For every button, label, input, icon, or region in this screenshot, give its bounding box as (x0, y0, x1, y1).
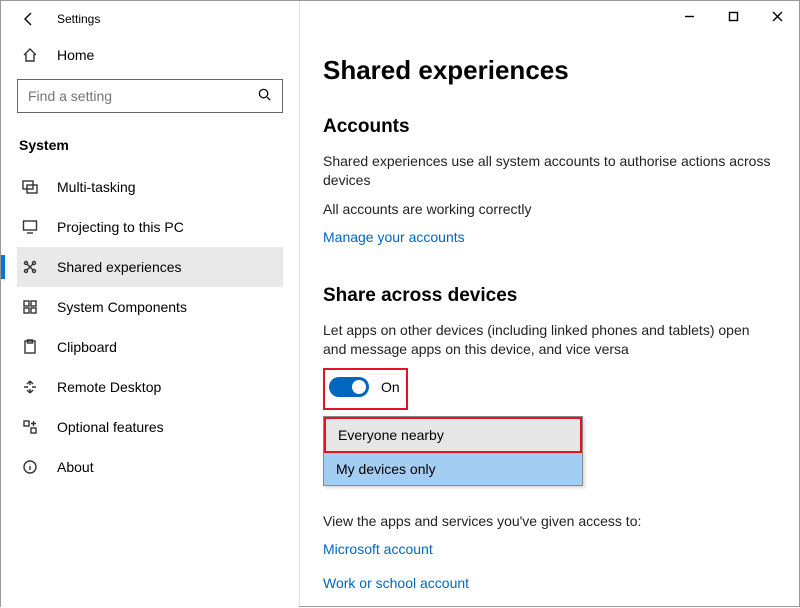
search-input[interactable] (28, 88, 257, 104)
view-access-label: View the apps and services you've given … (323, 512, 775, 531)
optional-features-icon (19, 419, 41, 435)
toggle-state-label: On (381, 379, 400, 395)
window-title: Settings (57, 12, 100, 26)
sidebar-item-projecting[interactable]: Projecting to this PC (17, 207, 283, 247)
sidebar-item-about[interactable]: About (17, 447, 283, 487)
sidebar-item-clipboard[interactable]: Clipboard (17, 327, 283, 367)
search-icon (257, 87, 272, 105)
projecting-icon (19, 219, 41, 235)
sidebar-section-heading: System (17, 131, 283, 167)
main-content: Shared experiences Accounts Shared exper… (299, 37, 799, 608)
work-school-account-link[interactable]: Work or school account (323, 575, 469, 591)
share-scope-dropdown[interactable]: Everyone nearby My devices only (323, 416, 583, 486)
share-description: Let apps on other devices (including lin… (323, 321, 775, 359)
search-box[interactable] (17, 79, 283, 113)
dropdown-option-everyone[interactable]: Everyone nearby (326, 419, 580, 451)
toggle-knob (352, 380, 366, 394)
sidebar-item-shared-experiences[interactable]: Shared experiences (17, 247, 283, 287)
sidebar-item-label: Projecting to this PC (57, 219, 184, 235)
shared-experiences-icon (19, 259, 41, 275)
manage-accounts-link[interactable]: Manage your accounts (323, 229, 465, 245)
accounts-heading: Accounts (323, 116, 775, 138)
dropdown-option-highlight: Everyone nearby (324, 417, 582, 453)
toggle-highlight: On (323, 368, 408, 410)
back-button[interactable] (19, 9, 39, 29)
sidebar-item-optional-features[interactable]: Optional features (17, 407, 283, 447)
sidebar-item-label: Clipboard (57, 339, 117, 355)
sidebar-home[interactable]: Home (17, 37, 283, 73)
sidebar-item-label: Shared experiences (57, 259, 182, 275)
sidebar-item-multitasking[interactable]: Multi-tasking (17, 167, 283, 207)
multitasking-icon (19, 179, 41, 195)
remote-desktop-icon (19, 379, 41, 395)
sidebar-item-remote-desktop[interactable]: Remote Desktop (17, 367, 283, 407)
dropdown-option-mydevices[interactable]: My devices only (324, 453, 582, 485)
microsoft-account-link[interactable]: Microsoft account (323, 541, 433, 557)
minimize-button[interactable] (667, 1, 711, 31)
share-heading: Share across devices (323, 285, 775, 307)
sidebar-item-label: Remote Desktop (57, 379, 161, 395)
sidebar-item-system-components[interactable]: System Components (17, 287, 283, 327)
close-button[interactable] (755, 1, 799, 31)
clipboard-icon (19, 339, 41, 355)
sidebar-item-label: Optional features (57, 419, 164, 435)
sidebar: Home System Multi-tasking Projecting to … (1, 37, 299, 608)
accounts-status: All accounts are working correctly (323, 200, 775, 219)
sidebar-item-label: System Components (57, 299, 187, 315)
system-components-icon (19, 299, 41, 315)
accounts-description: Shared experiences use all system accoun… (323, 152, 775, 190)
sidebar-item-label: About (57, 459, 94, 475)
sidebar-home-label: Home (57, 47, 94, 63)
page-title: Shared experiences (323, 55, 775, 86)
sidebar-item-label: Multi-tasking (57, 179, 136, 195)
share-toggle[interactable] (329, 377, 369, 397)
maximize-button[interactable] (711, 1, 755, 31)
about-icon (19, 459, 41, 475)
home-icon (19, 47, 41, 63)
